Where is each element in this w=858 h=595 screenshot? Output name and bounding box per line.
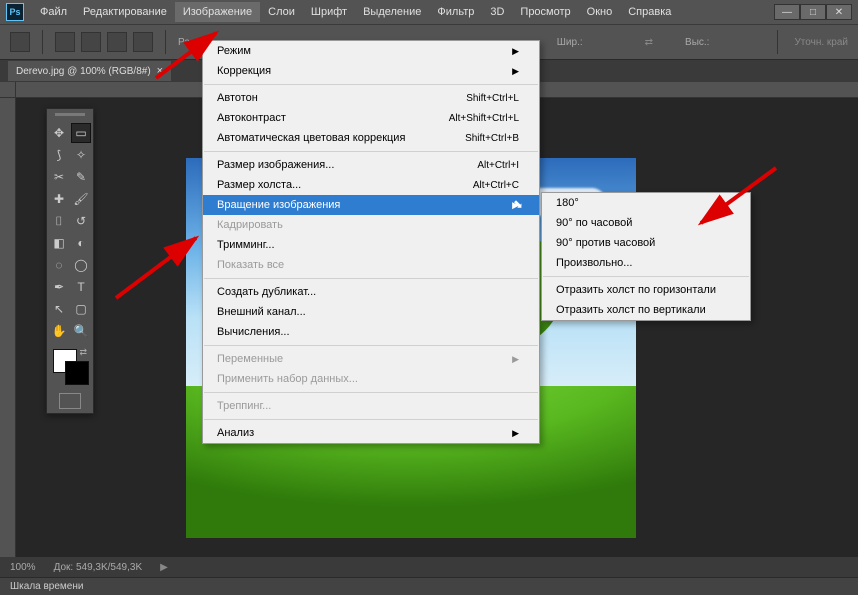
active-tool-icon[interactable] (10, 32, 30, 52)
zoom-tool[interactable]: 🔍 (71, 321, 91, 341)
menu-item[interactable]: Режим▶ (203, 41, 539, 61)
submenu-arrow-icon: ▶ (512, 428, 519, 439)
timeline-label: Шкала времени (10, 581, 83, 592)
vertical-ruler[interactable] (0, 98, 16, 557)
menu-item[interactable]: Внешний канал... (203, 302, 539, 322)
menu-item[interactable]: Коррекция▶ (203, 61, 539, 81)
canvas-area[interactable]: ✥▭⟆✧✂✎✚🖌⌷↺◧◐◌◯✒T↖▢✋🔍 ⇄ (16, 98, 858, 557)
menu-item[interactable]: Произвольно... (542, 253, 750, 273)
menu-item[interactable]: Вращение изображения▶ (203, 195, 539, 215)
menu-item[interactable]: АвтотонShift+Ctrl+L (203, 88, 539, 108)
menu-bar: Ps ФайлРедактированиеИзображениеСлоиШриф… (0, 0, 858, 24)
menu-справка[interactable]: Справка (620, 2, 679, 22)
heal-tool[interactable]: ✚ (49, 189, 69, 209)
app-logo: Ps (6, 3, 24, 21)
crop-tool[interactable]: ✂ (49, 167, 69, 187)
opt-icon[interactable] (107, 32, 127, 52)
menu-item[interactable]: 180° (542, 193, 750, 213)
swap-colors-icon[interactable]: ⇄ (79, 347, 87, 358)
lasso-tool[interactable]: ⟆ (49, 145, 69, 165)
menu-item[interactable]: Тримминг... (203, 235, 539, 255)
type-tool[interactable]: T (71, 277, 91, 297)
wand-tool[interactable]: ✧ (71, 145, 91, 165)
stamp-tool[interactable]: ⌷ (49, 211, 69, 231)
height-label: Выс.: (685, 37, 709, 48)
opt-icon[interactable] (133, 32, 153, 52)
history-tool[interactable]: ↺ (71, 211, 91, 231)
menu-item: Показать все (203, 255, 539, 275)
menu-item: Переменные▶ (203, 349, 539, 369)
submenu-arrow-icon: ▶ (512, 66, 519, 77)
menu-item[interactable]: Анализ▶ (203, 423, 539, 443)
menu-item: Кадрировать (203, 215, 539, 235)
hand-tool[interactable]: ✋ (49, 321, 69, 341)
status-bar: 100% Док: 549,3K/549,3K ▶ (0, 557, 858, 577)
status-arrow-icon[interactable]: ▶ (160, 562, 168, 573)
shape-tool[interactable]: ▢ (71, 299, 91, 319)
toolbox-grip[interactable] (49, 113, 91, 121)
menu-окно[interactable]: Окно (579, 2, 621, 22)
close-button[interactable]: ✕ (826, 4, 852, 20)
submenu-arrow-icon: ▶ (512, 46, 519, 57)
pa-label: Ра (178, 37, 190, 48)
tool-palette: ✥▭⟆✧✂✎✚🖌⌷↺◧◐◌◯✒T↖▢✋🔍 ⇄ (46, 108, 94, 414)
refine-edge-button[interactable]: Уточн. край (794, 37, 848, 48)
zoom-level[interactable]: 100% (10, 562, 36, 573)
gradient-tool[interactable]: ◐ (71, 233, 91, 253)
menu-фильтр[interactable]: Фильтр (429, 2, 482, 22)
path-tool[interactable]: ↖ (49, 299, 69, 319)
tab-close-icon[interactable]: × (157, 65, 163, 77)
maximize-button[interactable]: □ (800, 4, 826, 20)
tab-title: Derevo.jpg @ 100% (RGB/8#) (16, 66, 151, 77)
menu-item: Применить набор данных... (203, 369, 539, 389)
eyedropper-tool[interactable]: ✎ (71, 167, 91, 187)
width-label: Шир.: (557, 37, 583, 48)
brush-tool[interactable]: 🖌 (71, 189, 91, 209)
menu-3d[interactable]: 3D (482, 2, 512, 22)
menu-item[interactable]: Создать дубликат... (203, 282, 539, 302)
menu-item[interactable]: 90° против часовой (542, 233, 750, 253)
menu-item: Треппинг... (203, 396, 539, 416)
menu-item[interactable]: Отразить холст по горизонтали (542, 280, 750, 300)
menu-item[interactable]: 90° по часовой (542, 213, 750, 233)
menu-item[interactable]: Автоматическая цветовая коррекцияShift+C… (203, 128, 539, 148)
menu-слои[interactable]: Слои (260, 2, 303, 22)
move-tool[interactable]: ✥ (49, 123, 69, 143)
menu-item[interactable]: Размер холста...Alt+Ctrl+C (203, 175, 539, 195)
menu-item[interactable]: Отразить холст по вертикали (542, 300, 750, 320)
ruler-origin[interactable] (0, 82, 16, 98)
menu-изображение[interactable]: Изображение (175, 2, 260, 22)
blur-tool[interactable]: ◌ (49, 255, 69, 275)
menu-шрифт[interactable]: Шрифт (303, 2, 355, 22)
submenu-arrow-icon: ▶ (512, 354, 519, 365)
menu-просмотр[interactable]: Просмотр (512, 2, 578, 22)
menu-выделение[interactable]: Выделение (355, 2, 429, 22)
dodge-tool[interactable]: ◯ (71, 255, 91, 275)
marquee-tool[interactable]: ▭ (71, 123, 91, 143)
opt-icon[interactable] (55, 32, 75, 52)
minimize-button[interactable]: — (774, 4, 800, 20)
swap-icon[interactable]: ⇄ (645, 37, 653, 48)
cursor-icon: ⬊ (513, 197, 523, 211)
opt-icon[interactable] (81, 32, 101, 52)
menu-item[interactable]: Вычисления... (203, 322, 539, 342)
document-tab[interactable]: Derevo.jpg @ 100% (RGB/8#) × (8, 61, 171, 81)
pen-tool[interactable]: ✒ (49, 277, 69, 297)
rotation-submenu: 180°90° по часовой90° против часовойПрои… (541, 192, 751, 321)
eraser-tool[interactable]: ◧ (49, 233, 69, 253)
doc-size[interactable]: Док: 549,3K/549,3K (54, 562, 143, 573)
menu-редактирование[interactable]: Редактирование (75, 2, 175, 22)
quick-mask-toggle[interactable] (49, 393, 91, 409)
workspace: ✥▭⟆✧✂✎✚🖌⌷↺◧◐◌◯✒T↖▢✋🔍 ⇄ (0, 82, 858, 557)
menu-файл[interactable]: Файл (32, 2, 75, 22)
menu-item[interactable]: Размер изображения...Alt+Ctrl+I (203, 155, 539, 175)
image-menu-dropdown: Режим▶Коррекция▶ АвтотонShift+Ctrl+LАвток… (202, 40, 540, 444)
background-swatch[interactable] (65, 361, 89, 385)
color-swatches[interactable]: ⇄ (49, 347, 91, 387)
menu-item[interactable]: АвтоконтрастAlt+Shift+Ctrl+L (203, 108, 539, 128)
timeline-panel-header[interactable]: Шкала времени (0, 577, 858, 595)
